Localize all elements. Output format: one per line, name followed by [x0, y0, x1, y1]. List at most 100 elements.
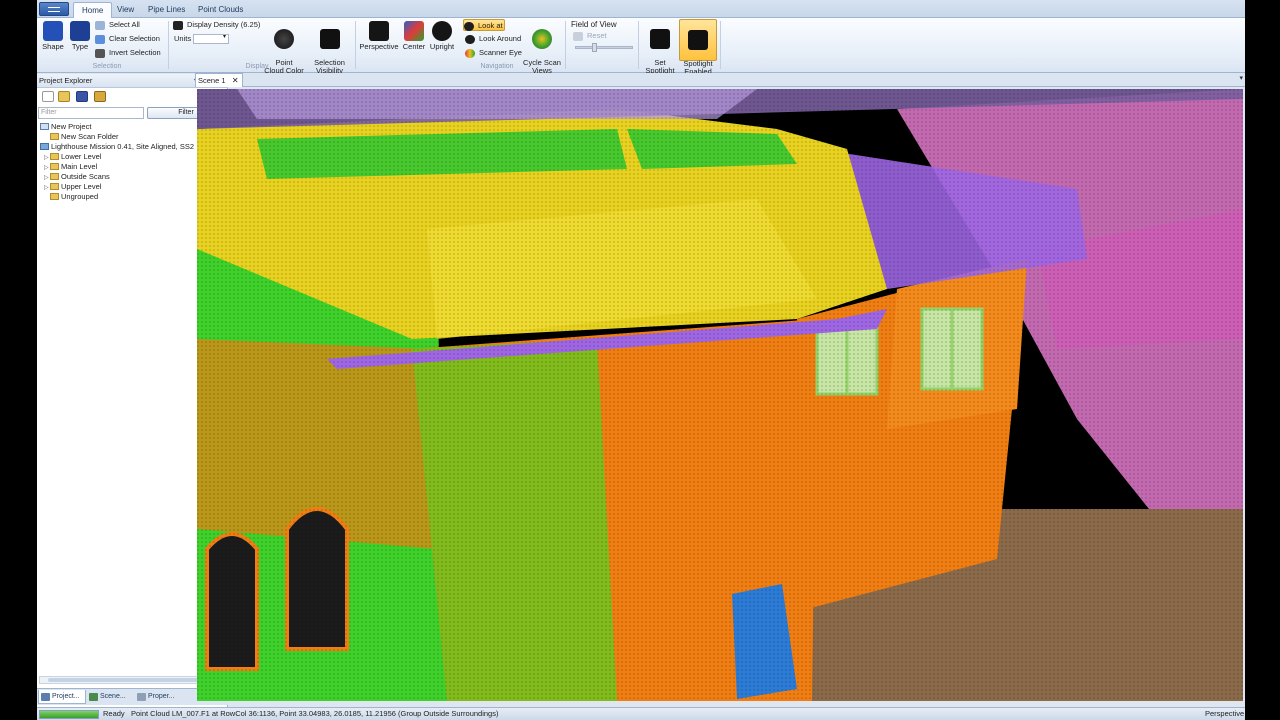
- invert-selection-icon: [95, 49, 105, 58]
- invert-selection-label: Invert Selection: [109, 48, 161, 57]
- scene-tab-bar: Scene 1 ✕ ▾: [195, 73, 1245, 87]
- scanner-eye-label: Scanner Eye: [479, 48, 522, 57]
- set-spotlight-button[interactable]: Set Spotlight: [643, 21, 677, 75]
- group-separator: [355, 21, 356, 69]
- right-black-margin: [1245, 0, 1280, 720]
- slider-thumb[interactable]: [592, 43, 597, 52]
- left-black-margin: [0, 0, 37, 720]
- upright-button[interactable]: Upright: [427, 21, 457, 51]
- project-tab-icon: [41, 693, 50, 701]
- density-icon: [173, 21, 183, 30]
- spotlight-icon: [650, 29, 670, 49]
- clear-selection-button[interactable]: Clear Selection: [95, 33, 160, 45]
- chevron-down-icon[interactable]: ▾: [1239, 74, 1243, 82]
- point-cloud-viewport[interactable]: [197, 89, 1243, 701]
- look-at-button[interactable]: Look at: [463, 19, 505, 31]
- tab-properties-label: Proper...: [148, 693, 175, 700]
- tab-point-clouds[interactable]: Point Clouds: [190, 2, 251, 18]
- expand-icon[interactable]: ▷: [44, 154, 49, 161]
- ribbon-tab-bar: Home View Pipe Lines Point Clouds: [37, 0, 1245, 18]
- spotlight-enabled-button[interactable]: Spotlight Enabled: [679, 19, 717, 76]
- perspective-label: Perspective: [359, 42, 399, 51]
- expand-icon[interactable]: ▷: [44, 184, 49, 191]
- tree-item-label: Lower Level: [61, 152, 102, 161]
- tab-scene-1[interactable]: Scene 1 ✕: [195, 73, 243, 87]
- tree-item-label: Outside Scans: [61, 172, 110, 181]
- tree-item-label: Upper Level: [61, 182, 102, 191]
- progress-fill: [40, 711, 98, 718]
- tab-project-label: Project...: [52, 693, 80, 700]
- tab-home[interactable]: Home: [73, 2, 113, 18]
- tab-project[interactable]: Project...: [38, 690, 86, 704]
- cycle-scan-views-button[interactable]: Cycle Scan Views: [521, 21, 563, 75]
- shape-button[interactable]: Shape: [41, 21, 65, 51]
- view-mode-indicator: Perspective: [1205, 709, 1245, 718]
- cycle-scan-views-icon: [532, 29, 552, 49]
- center-label: Center: [402, 42, 426, 51]
- tree-item-lower-level[interactable]: Lower Level: [50, 152, 101, 162]
- tab-properties[interactable]: Proper...: [135, 690, 183, 704]
- tree-item-lighthouse-mission[interactable]: Lighthouse Mission 0.41, Site Aligned, S…: [40, 142, 194, 152]
- tree-item-new-scan-folder[interactable]: New Scan Folder: [50, 132, 119, 142]
- status-message: Point Cloud LM_007.F1 at RowCol 36:1136,…: [131, 709, 499, 718]
- folder-icon: [50, 163, 59, 170]
- scanner-eye-button[interactable]: Scanner Eye: [465, 47, 522, 59]
- menu-icon: [48, 7, 60, 12]
- status-bar: Ready Point Cloud LM_007.F1 at RowCol 36…: [37, 707, 1245, 720]
- scrollbar-thumb[interactable]: [48, 678, 198, 682]
- expand-icon[interactable]: ▷: [44, 164, 49, 171]
- tab-view[interactable]: View: [109, 2, 142, 18]
- selection-visibility-button[interactable]: Selection Visibility: [307, 21, 352, 75]
- folder-icon: [50, 133, 59, 140]
- group-separator: [565, 21, 566, 69]
- perspective-button[interactable]: Perspective: [357, 21, 401, 51]
- select-all-button[interactable]: Select All: [95, 19, 140, 31]
- shape-label: Shape: [42, 42, 64, 51]
- look-around-button[interactable]: Look Around: [465, 33, 521, 45]
- type-button[interactable]: Type: [69, 21, 91, 51]
- tree-item-upper-level[interactable]: Upper Level: [50, 182, 101, 192]
- units-label: Units: [174, 34, 192, 43]
- chevron-down-icon: ▾: [222, 34, 226, 40]
- save-icon[interactable]: [76, 91, 88, 102]
- field-of-view-slider[interactable]: [575, 43, 633, 52]
- navigation-group-caption: Navigation: [480, 63, 514, 70]
- application-window: Home View Pipe Lines Point Clouds Shape …: [37, 0, 1245, 720]
- tab-pipe-lines[interactable]: Pipe Lines: [140, 2, 193, 18]
- application-menu-button[interactable]: [39, 2, 69, 16]
- invert-selection-button[interactable]: Invert Selection: [95, 47, 161, 59]
- tree-item-new-project[interactable]: New Project: [40, 122, 91, 132]
- reset-fov-button[interactable]: Reset: [573, 30, 607, 42]
- folder-icon: [50, 193, 59, 200]
- point-texture-overlay: [197, 89, 1243, 701]
- scene-tab-icon: [89, 693, 98, 701]
- tree-item-main-level[interactable]: Main Level: [50, 162, 97, 172]
- tree-item-outside-scans[interactable]: Outside Scans: [50, 172, 110, 182]
- tab-scene-label: Scene...: [100, 693, 126, 700]
- units-dropdown[interactable]: ▾: [193, 34, 229, 44]
- group-separator: [168, 21, 169, 69]
- project-explorer-title: Project Explorer: [39, 76, 93, 85]
- center-axes-icon: [404, 21, 424, 41]
- display-density-button[interactable]: Display Density (6.25): [173, 19, 260, 31]
- filter-input[interactable]: Filter: [38, 107, 144, 119]
- point-cloud-render: [197, 89, 1243, 701]
- close-icon[interactable]: ✕: [232, 74, 239, 87]
- tab-scene[interactable]: Scene...: [87, 690, 133, 704]
- scanner-eye-icon: [465, 49, 475, 58]
- new-file-icon[interactable]: [42, 91, 54, 102]
- center-button[interactable]: Center: [401, 21, 427, 51]
- tree-item-label: New Scan Folder: [61, 132, 119, 141]
- look-around-label: Look Around: [479, 34, 522, 43]
- tree-item-label: Ungrouped: [61, 192, 99, 201]
- folder-options-icon[interactable]: [94, 91, 106, 102]
- scan-icon: [40, 143, 49, 150]
- tree-item-ungrouped[interactable]: Ungrouped: [50, 192, 98, 202]
- folder-icon: [50, 173, 59, 180]
- spotlight-enabled-icon: [688, 30, 708, 50]
- open-folder-icon[interactable]: [58, 91, 70, 102]
- reset-label: Reset: [587, 31, 607, 40]
- expand-icon[interactable]: ▷: [44, 174, 49, 181]
- clear-selection-icon: [95, 35, 105, 44]
- group-separator: [720, 21, 721, 69]
